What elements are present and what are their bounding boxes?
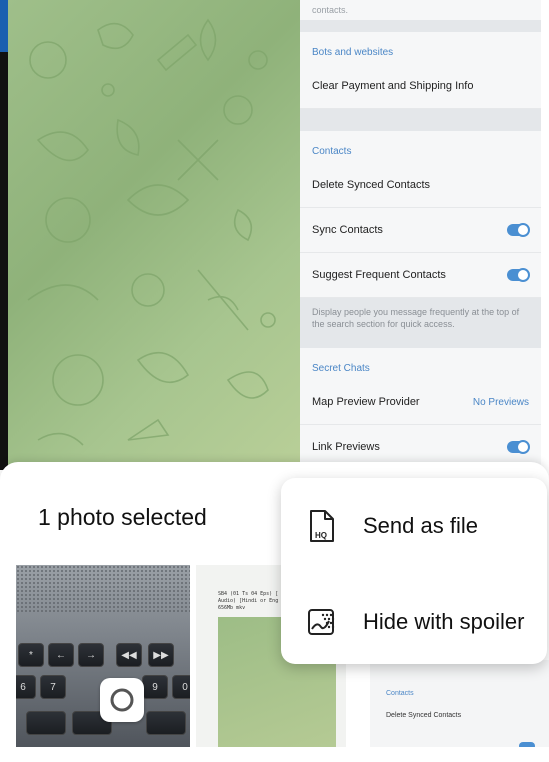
photo-thumbnail-keyboard[interactable]: * ← → ◀◀ ▶▶ 6 7 9 0 [16,565,190,747]
speaker-grille [16,565,190,613]
settings-fragment-text: contacts. [300,0,541,20]
selection-count-title: 1 photo selected [38,504,207,530]
thumb-delete-synced-row: Delete Synced Contacts [386,712,462,719]
keyboard-key: ▶▶ [148,643,174,667]
window-frame-edge [0,0,12,470]
map-preview-label: Map Preview Provider [312,396,420,409]
clear-payment-row[interactable]: Clear Payment and Shipping Info [300,64,541,109]
hq-file-icon: HQ [307,509,337,543]
section-divider [300,109,541,131]
map-preview-value: No Previews [472,396,529,408]
keyboard-key: 7 [40,675,66,699]
clear-payment-label: Clear Payment and Shipping Info [312,80,474,92]
sync-contacts-toggle[interactable] [507,223,530,237]
thumb-toggle [519,742,535,747]
camera-icon[interactable] [100,678,144,722]
sync-contacts-row[interactable]: Sync Contacts [300,208,541,253]
keyboard-key: → [78,643,104,667]
keyboard-key: 0 [172,675,190,699]
delete-synced-contacts-row[interactable]: Delete Synced Contacts [300,163,541,208]
svg-text:HQ: HQ [315,531,327,540]
delete-synced-contacts-label: Delete Synced Contacts [312,179,431,191]
suggest-frequent-toggle[interactable] [507,268,530,282]
privacy-settings-panel: contacts. Bots and websites Clear Paymen… [300,0,541,470]
spoiler-icon [307,605,337,639]
keyboard-key [146,711,186,735]
photo-thumbnail-settings[interactable]: Contacts Delete Synced Contacts [370,660,549,747]
keyboard-key [26,711,66,735]
suggest-frequent-note: Display people you message frequently at… [300,298,541,339]
keyboard-key: ← [48,643,74,667]
keyboard-key: 6 [16,675,36,699]
send-options-menu: HQ Send as file Hide with spoiler [281,478,547,664]
section-divider [300,338,541,349]
thumb-contacts-header: Contacts [386,690,414,697]
send-as-file-label: Send as file [363,513,478,538]
link-previews-toggle[interactable] [507,440,530,455]
screenshot-filename-text: SB4 (01 Ts 04 Eps) [ Audio) [Hindi or En… [218,591,279,611]
wallpaper-doodles [27,18,276,446]
chat-wallpaper [8,0,300,470]
secret-chats-section-header: Secret Chats [300,348,541,381]
send-as-file-item[interactable]: HQ Send as file [281,486,547,566]
contacts-section-header: Contacts [300,131,541,163]
suggest-frequent-row[interactable]: Suggest Frequent Contacts [300,253,541,298]
section-divider [300,20,541,32]
keyboard-key: * [18,643,44,667]
suggest-frequent-label: Suggest Frequent Contacts [312,269,446,281]
bots-section-header: Bots and websites [300,32,541,64]
keyboard-key: 9 [142,675,168,699]
hide-with-spoiler-item[interactable]: Hide with spoiler [281,582,547,662]
hide-with-spoiler-label: Hide with spoiler [363,609,525,634]
link-previews-label: Link Previews [312,441,380,454]
map-preview-row[interactable]: Map Preview Provider No Previews [300,380,541,426]
sync-contacts-label: Sync Contacts [312,224,383,236]
keyboard-key: ◀◀ [116,643,142,667]
